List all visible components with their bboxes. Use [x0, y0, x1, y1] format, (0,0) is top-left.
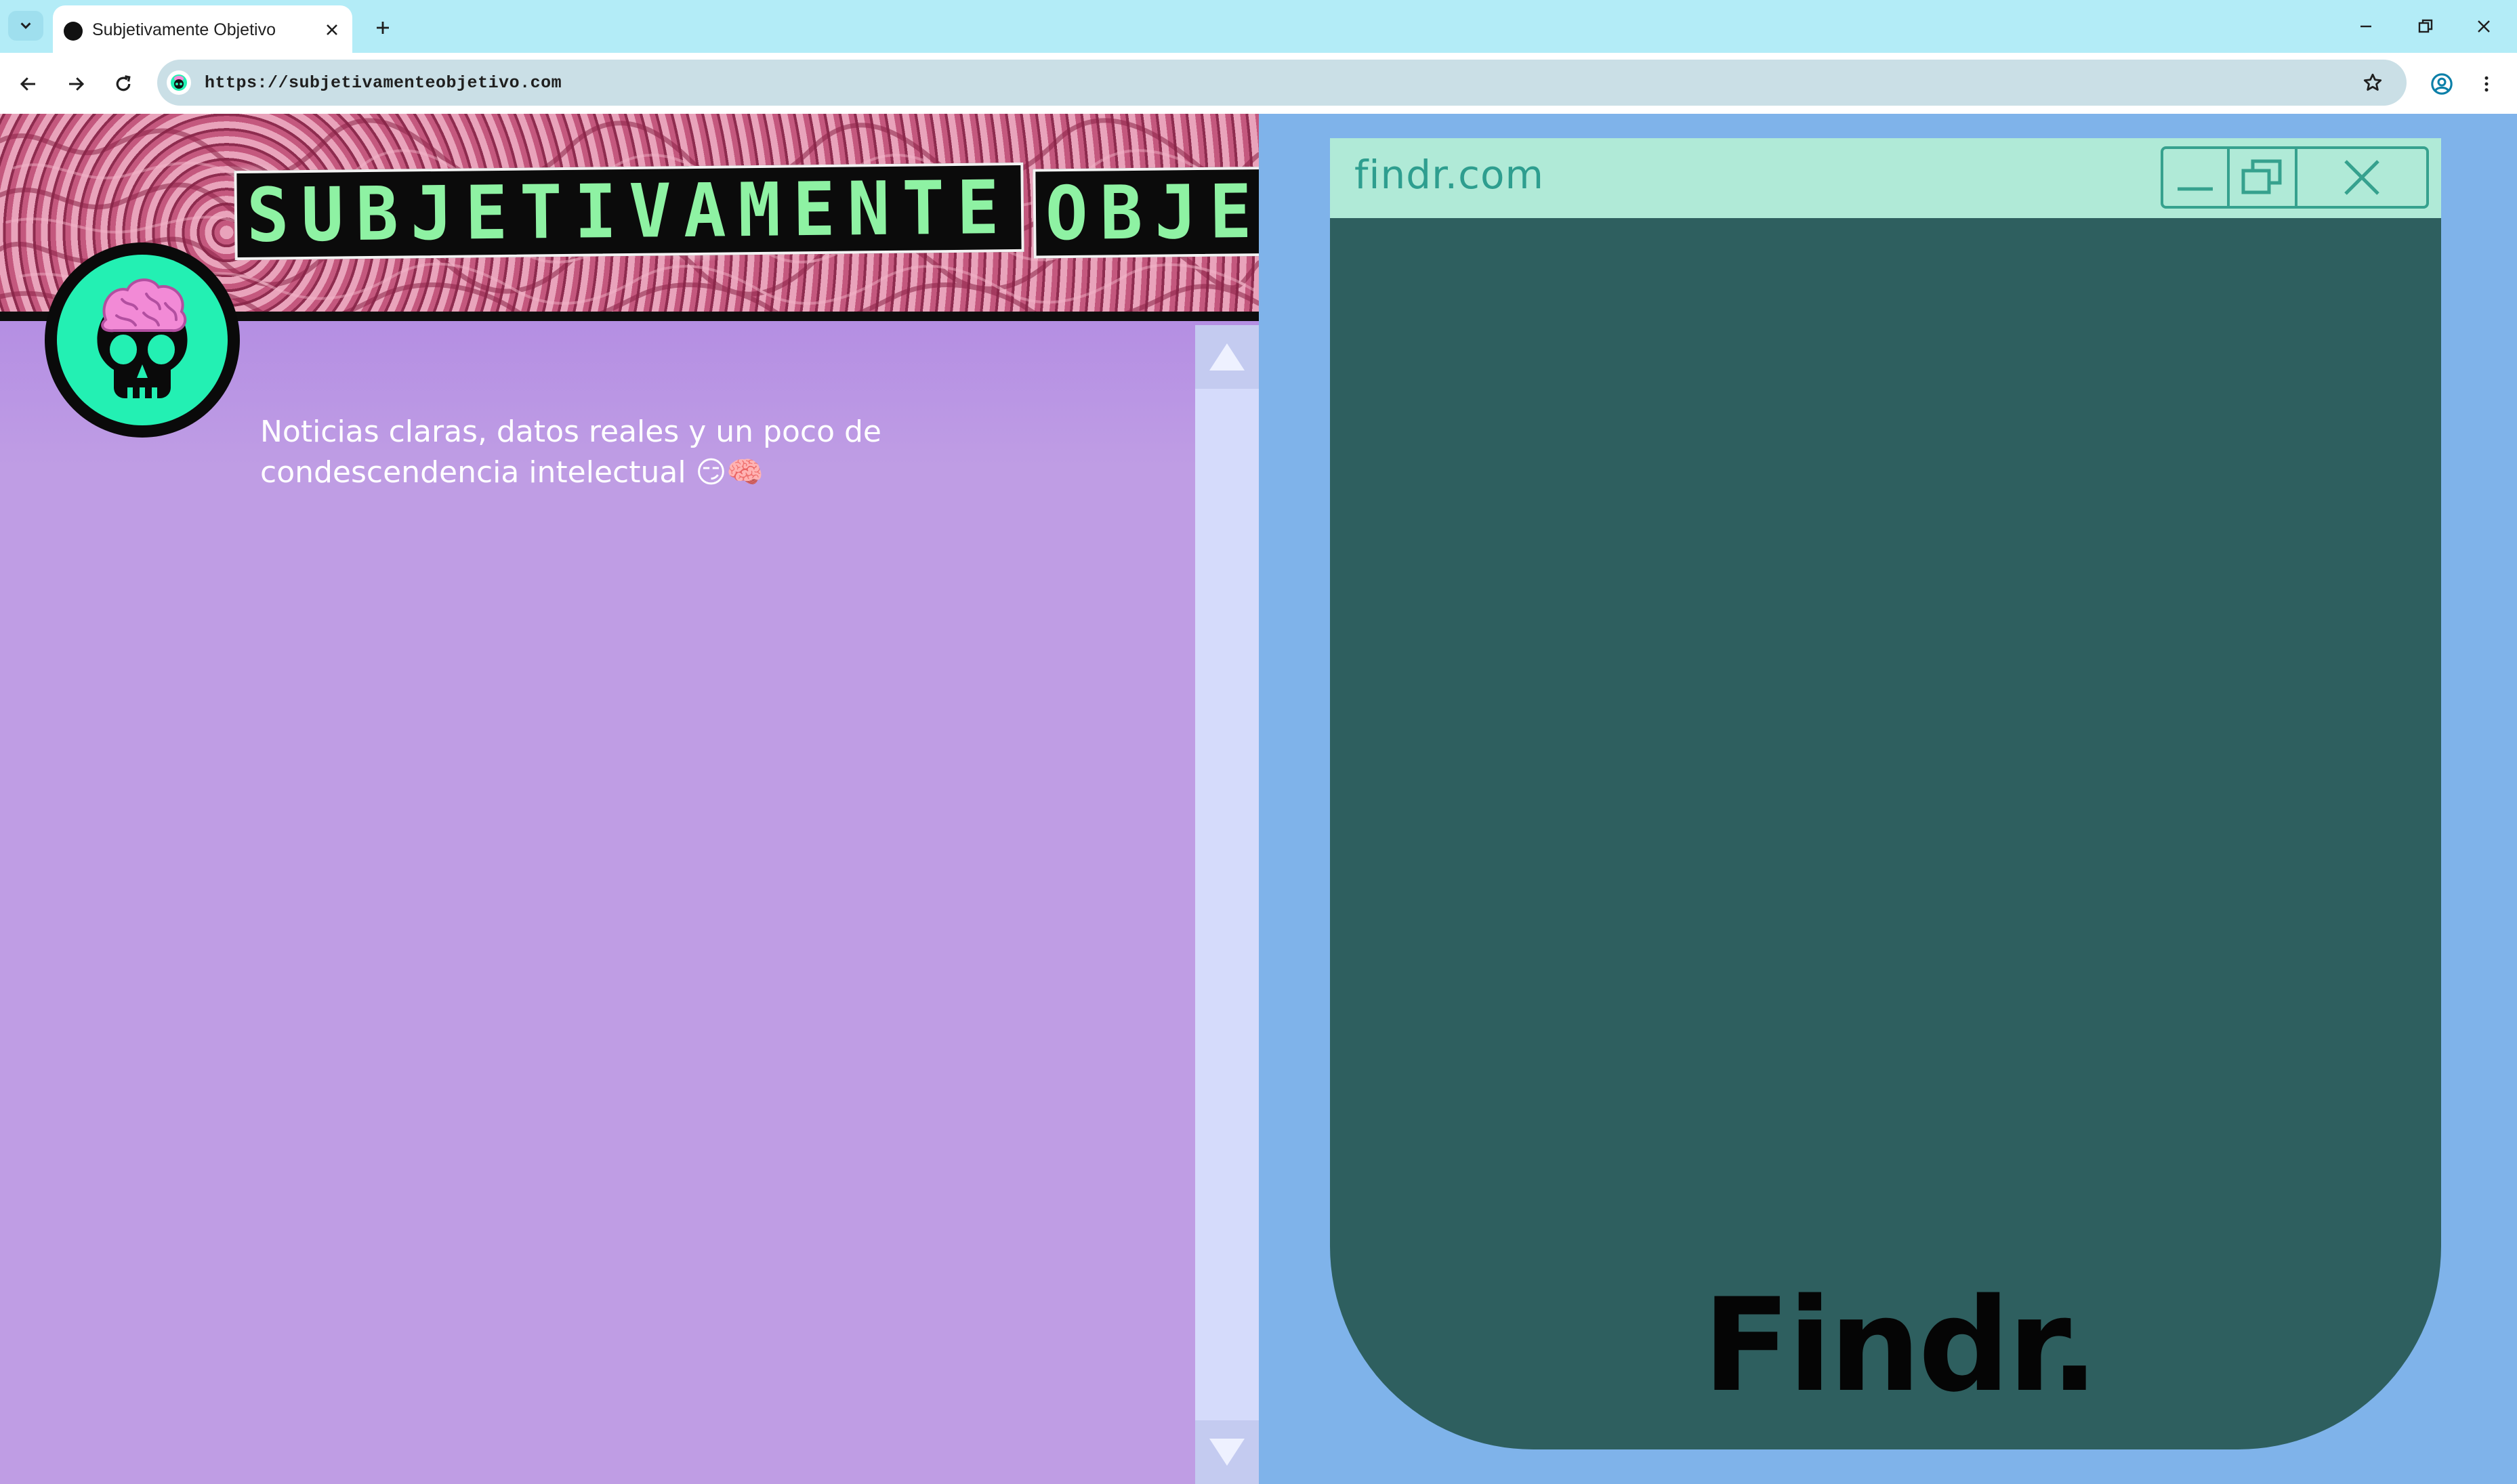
tab-active[interactable]: Subjetivamente Objetivo [53, 5, 352, 53]
skull-icon [171, 75, 187, 91]
reload-button[interactable] [104, 65, 142, 103]
address-bar[interactable]: https://subjetivamenteobjetivo.com [157, 60, 2407, 106]
avatar-circle [57, 255, 228, 425]
site-info-icon[interactable] [167, 70, 191, 95]
back-button[interactable] [9, 65, 47, 103]
bookmark-button[interactable] [2356, 66, 2389, 99]
title-word-2: OBJETIVO [1044, 165, 1259, 257]
browser-menu-button[interactable] [2468, 65, 2505, 103]
scroll-up-button[interactable] [1195, 325, 1259, 389]
title-block-1: SUBJETIVAMENTE [234, 162, 1024, 261]
tab-bar: Subjetivamente Objetivo [0, 0, 2517, 53]
tab-title: Subjetivamente Objetivo [92, 20, 276, 39]
page-scrollbar[interactable] [1195, 325, 1259, 1484]
window-restore-button[interactable] [2393, 8, 2458, 45]
minimize-icon [2360, 25, 2371, 28]
account-icon [2431, 73, 2453, 95]
close-icon [2344, 160, 2379, 195]
minimize-icon [2178, 187, 2213, 191]
browser-toolbar: https://subjetivamenteobjetivo.com [0, 53, 2517, 114]
findr-titlebar[interactable]: findr.com [1330, 138, 2441, 218]
forward-button[interactable] [57, 65, 95, 103]
findr-logo: Findr. [1703, 1271, 2099, 1420]
star-icon [2363, 73, 2382, 91]
restore-icon [2418, 19, 2433, 33]
title-block-2: OBJETIVO [1032, 164, 1259, 259]
tab-search-button[interactable] [8, 11, 43, 41]
site-favicon-icon [64, 22, 83, 41]
brain-skull-icon [97, 278, 188, 398]
restore-icon [2241, 159, 2282, 194]
url-text: https://subjetivamenteobjetivo.com [205, 73, 562, 93]
tab-close-button[interactable] [320, 18, 344, 42]
new-tab-button[interactable] [366, 11, 400, 45]
triangle-down-icon [1209, 1439, 1245, 1466]
avatar[interactable] [45, 242, 240, 438]
profile-button[interactable] [2423, 65, 2461, 103]
chevron-down-icon [20, 22, 31, 29]
findr-window-controls [2161, 146, 2429, 209]
site-tagline: Noticias claras, datos reales y un poco … [260, 415, 881, 490]
findr-close-button[interactable] [2297, 149, 2426, 206]
reload-icon [116, 75, 131, 91]
scroll-down-button[interactable] [1195, 1420, 1259, 1484]
plus-icon [377, 22, 389, 34]
window-minimize-button[interactable] [2333, 8, 2398, 45]
findr-window[interactable]: findr.com Findr. [1330, 138, 2441, 1449]
site-main-panel: SUBJETIVAMENTE OBJETIVO Noticias claras,… [0, 114, 1259, 1484]
window-close-button[interactable] [2451, 8, 2516, 45]
arrow-left-icon [20, 77, 35, 91]
findr-minimize-button[interactable] [2163, 149, 2230, 206]
title-word-1: SUBJETIVAMENTE [246, 164, 1012, 259]
more-vertical-icon [2484, 76, 2489, 92]
close-icon [327, 24, 337, 35]
site-title[interactable]: SUBJETIVAMENTE OBJETIVO [234, 162, 1259, 261]
close-icon [2478, 20, 2490, 33]
triangle-up-icon [1209, 343, 1245, 370]
arrow-right-icon [69, 77, 85, 91]
findr-maximize-button[interactable] [2230, 149, 2297, 206]
findr-window-title: findr.com [1354, 152, 1544, 198]
